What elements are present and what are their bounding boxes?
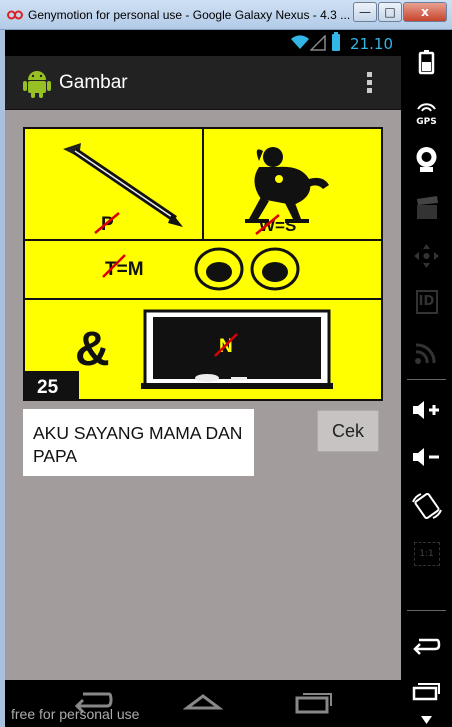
answer-input[interactable]: AKU SAYANG MAMA DAN PAPA (23, 409, 254, 476)
status-clock: 21.10 (350, 35, 393, 53)
sidebar-divider (407, 379, 446, 380)
maximize-button[interactable]: □ (378, 2, 402, 22)
dpad-icon[interactable] (401, 242, 452, 270)
menu-icon[interactable] (401, 712, 452, 726)
window-title: Genymotion for personal use - Google Gal… (28, 8, 350, 22)
ampersand-text: & (75, 323, 110, 376)
scale-label: 1:1 (413, 542, 440, 566)
action-bar: Gambar (5, 56, 401, 110)
volume-up-icon[interactable] (401, 398, 452, 422)
status-bar: 21.10 (5, 30, 401, 56)
genymotion-logo-icon (7, 10, 23, 20)
check-answer-button[interactable]: Cek (317, 410, 379, 452)
back-icon[interactable] (401, 633, 452, 657)
battery-status-icon (332, 32, 340, 51)
minimize-button[interactable]: — (353, 2, 377, 22)
rss-icon[interactable] (401, 340, 452, 366)
wifi-icon (291, 35, 309, 49)
nav-home-icon[interactable] (183, 688, 223, 714)
nav-recent-apps-icon[interactable] (293, 688, 333, 714)
signal-icon (310, 35, 326, 51)
puzzle-image: P W=S T=M & 25 (23, 127, 383, 401)
hint-p-text: P (101, 214, 114, 235)
battery-icon[interactable] (401, 49, 452, 75)
close-button[interactable]: x (403, 2, 447, 22)
rotate-icon[interactable] (401, 492, 452, 520)
recent-apps-icon[interactable] (401, 680, 452, 702)
window-titlebar: Genymotion for personal use - Google Gal… (0, 0, 452, 30)
scale-icon[interactable]: 1:1 (401, 542, 452, 566)
genymotion-sidebar: GPS ID 1:1 (401, 30, 452, 727)
id-label: ID (415, 290, 438, 314)
volume-down-icon[interactable] (401, 445, 452, 469)
gps-label: GPS (416, 117, 437, 127)
camera-icon[interactable] (401, 145, 452, 173)
overflow-menu-icon[interactable] (367, 72, 373, 96)
android-app-icon (23, 71, 51, 98)
blackboard-illustration (141, 309, 333, 389)
watermark-text: free for personal use (11, 706, 140, 722)
level-number: 25 (37, 377, 59, 398)
gps-icon[interactable]: GPS (401, 98, 452, 127)
sidebar-divider (407, 610, 446, 611)
clapboard-icon[interactable] (401, 195, 452, 221)
android-screen: 21.10 Gambar P W=S T=M & 25 AKU SAYANG M… (5, 30, 401, 727)
id-icon[interactable]: ID (401, 290, 452, 314)
action-bar-title: Gambar (59, 72, 128, 93)
